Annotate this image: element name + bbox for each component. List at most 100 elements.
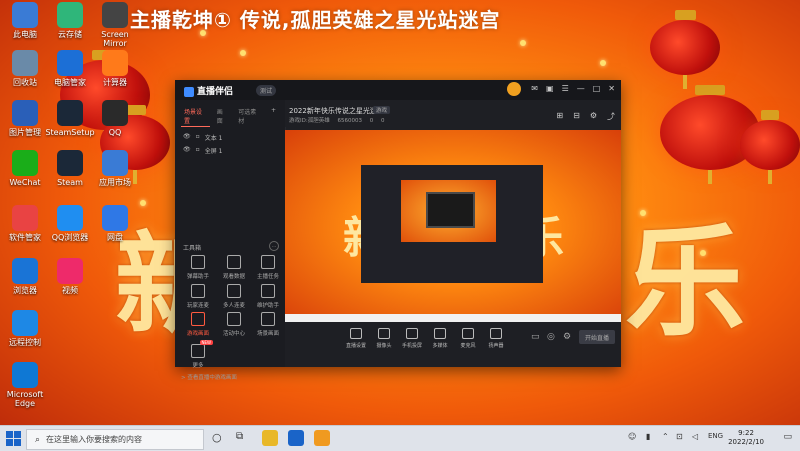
message-icon[interactable]: ✉ <box>531 84 538 93</box>
live-preview[interactable]: 新 乐 <box>285 130 621 322</box>
lock-icon[interactable]: ▫ <box>196 133 200 142</box>
record-icon[interactable]: ▭ <box>531 332 540 342</box>
notification-icon[interactable]: ▭ <box>783 432 792 442</box>
desktop-icon-label: 回收站 <box>13 78 37 87</box>
desktop-icon[interactable]: 软件管家 <box>0 205 50 242</box>
input-language[interactable]: ENG <box>708 432 723 440</box>
desktop-icon[interactable]: 浏览器 <box>0 258 50 295</box>
menu-icon[interactable]: ☰ <box>562 84 569 93</box>
phone-icon <box>406 328 418 339</box>
room-title[interactable]: 2022新年快乐传说之星光迷宫 <box>289 106 384 116</box>
desktop-icon[interactable]: 此电脑 <box>0 2 50 39</box>
scene-item[interactable]: 👁 ▫ 全屏 1 <box>175 144 285 157</box>
desktop-icon[interactable]: 远程控制 <box>0 310 50 347</box>
mail-icon[interactable] <box>288 430 304 446</box>
drive-icon <box>102 205 128 231</box>
desktop-icon[interactable]: QQ <box>90 100 140 137</box>
live-companion-taskbar-icon[interactable] <box>314 430 330 446</box>
toolbox-item[interactable]: 更多 NEW <box>183 340 213 369</box>
desktop-icon-label: 计算器 <box>103 78 127 87</box>
people-icon[interactable]: ☺ <box>628 432 636 441</box>
network-icon[interactable]: ⊡ <box>676 432 683 441</box>
camera-icon <box>378 328 390 339</box>
desktop-icon[interactable]: QQ浏览器 <box>45 205 95 242</box>
toolbox-item[interactable]: 多人连麦 <box>219 284 249 309</box>
bottom-action-button[interactable]: 多媒体 <box>427 328 453 349</box>
desktop-icon[interactable]: 电脑管家 <box>45 50 95 87</box>
visibility-icon[interactable]: 👁 <box>183 133 191 142</box>
bottom-action-button[interactable]: 直播设置 <box>343 328 369 349</box>
desktop-icon[interactable]: 回收站 <box>0 50 50 87</box>
file-explorer-icon[interactable] <box>262 430 278 446</box>
desktop-icon-label: 浏览器 <box>13 286 37 295</box>
desktop-icon[interactable]: SteamSetup <box>45 100 95 137</box>
tray-expand-icon[interactable]: ⌃ <box>662 432 669 441</box>
desktop-icon[interactable]: Screen Mirror <box>90 2 140 48</box>
tool-icon <box>261 312 275 326</box>
desktop-icon-label: Microsoft Edge <box>6 390 44 408</box>
lock-icon[interactable]: ▫ <box>196 146 200 155</box>
tool-icon <box>261 284 275 298</box>
desktop-icon[interactable]: 视频 <box>45 258 95 295</box>
toolbox-item[interactable]: 玩家连麦 <box>183 284 213 309</box>
maximize-icon[interactable]: □ <box>593 84 601 93</box>
promo-link[interactable]: > 查看直播中游戏画面 <box>181 373 237 381</box>
tab-materials[interactable]: 可选素材 <box>235 106 264 127</box>
tab-scene[interactable]: 场景设置 <box>181 106 210 127</box>
taskbar-search-box[interactable]: ⌕ 在这里输入你要搜索的内容 <box>26 429 204 450</box>
desktop-icon[interactable]: Microsoft Edge <box>0 362 50 408</box>
qq-icon <box>102 100 128 126</box>
settings-icon[interactable]: ⚙ <box>590 111 597 122</box>
preview-nested-window <box>361 165 543 283</box>
minimize-icon[interactable]: — <box>577 84 585 93</box>
bottom-action-button[interactable]: 扬声器 <box>483 328 509 349</box>
desktop-icon[interactable]: Steam <box>45 150 95 187</box>
toolbox-item[interactable]: 弹幕助手 <box>183 255 213 280</box>
desktop-icon[interactable]: WeChat <box>0 150 50 187</box>
desktop-icon[interactable]: 应用市场 <box>90 150 140 187</box>
bottom-action-label: 手机投屏 <box>401 343 422 349</box>
cortana-icon[interactable]: ○ <box>212 431 222 444</box>
share-icon[interactable]: ⤴ <box>607 111 615 122</box>
layout-icon[interactable]: ⊟ <box>573 111 580 122</box>
toolbox-item[interactable]: 主播任务 <box>253 255 283 280</box>
room-category-tag[interactable]: 游戏 <box>373 106 391 114</box>
bottom-action-button[interactable]: 摄像头 <box>371 328 397 349</box>
add-scene-icon[interactable]: + <box>268 106 279 127</box>
start-live-button[interactable]: 开始直播 <box>579 330 615 344</box>
effects-icon[interactable]: ◎ <box>547 332 555 342</box>
toolbox-item[interactable]: 观看数据 <box>219 255 249 280</box>
task-view-icon[interactable]: ⧉ <box>236 431 243 442</box>
gift-icon[interactable]: ⊞ <box>556 111 563 122</box>
visibility-icon[interactable]: 👁 <box>183 146 191 155</box>
title-bar[interactable]: 直播伴侣 测试 ✉ ▣ ☰ — □ ✕ <box>175 80 621 100</box>
bottom-action-button[interactable]: 手机投屏 <box>399 328 425 349</box>
volume-icon[interactable]: ◁ <box>692 432 698 441</box>
toolbox-item[interactable]: 游戏画面 <box>183 312 213 337</box>
windows-start-icon[interactable] <box>6 431 22 447</box>
tool-label: 活动中心 <box>222 331 245 337</box>
scene-item[interactable]: 👁 ▫ 文本 1 <box>175 131 285 144</box>
desktop-icon[interactable]: 计算器 <box>90 50 140 87</box>
close-icon[interactable]: ✕ <box>608 84 615 93</box>
bottom-action-label: 直播设置 <box>345 343 366 349</box>
desktop-icon[interactable]: 网盘 <box>90 205 140 242</box>
tab-canvas[interactable]: 画面 <box>214 106 231 127</box>
toolbox-item[interactable]: 活动中心 <box>219 312 249 337</box>
gear-icon[interactable]: ⚙ <box>563 332 571 342</box>
taskbar-clock[interactable]: 9:22 2022/2/10 <box>728 429 764 447</box>
skin-icon[interactable]: ▣ <box>546 84 554 93</box>
battery-icon[interactable]: ▮ <box>646 432 650 441</box>
toolbox-item[interactable]: 场景画面 <box>253 312 283 337</box>
desktop-icon[interactable]: 云存储 <box>45 2 95 39</box>
tool-icon <box>191 312 205 326</box>
bottom-action-button[interactable]: 麦克风 <box>455 328 481 349</box>
steam-icon <box>57 150 83 176</box>
toolbox-item[interactable]: 维护助手 <box>253 284 283 309</box>
tool-label: 场景画面 <box>256 331 279 337</box>
desktop-icon[interactable]: 图片管理 <box>0 100 50 137</box>
steam-icon <box>57 100 83 126</box>
avatar[interactable] <box>507 82 521 96</box>
toolbox-more-icon[interactable]: … <box>269 241 279 251</box>
mic-icon <box>462 328 474 339</box>
